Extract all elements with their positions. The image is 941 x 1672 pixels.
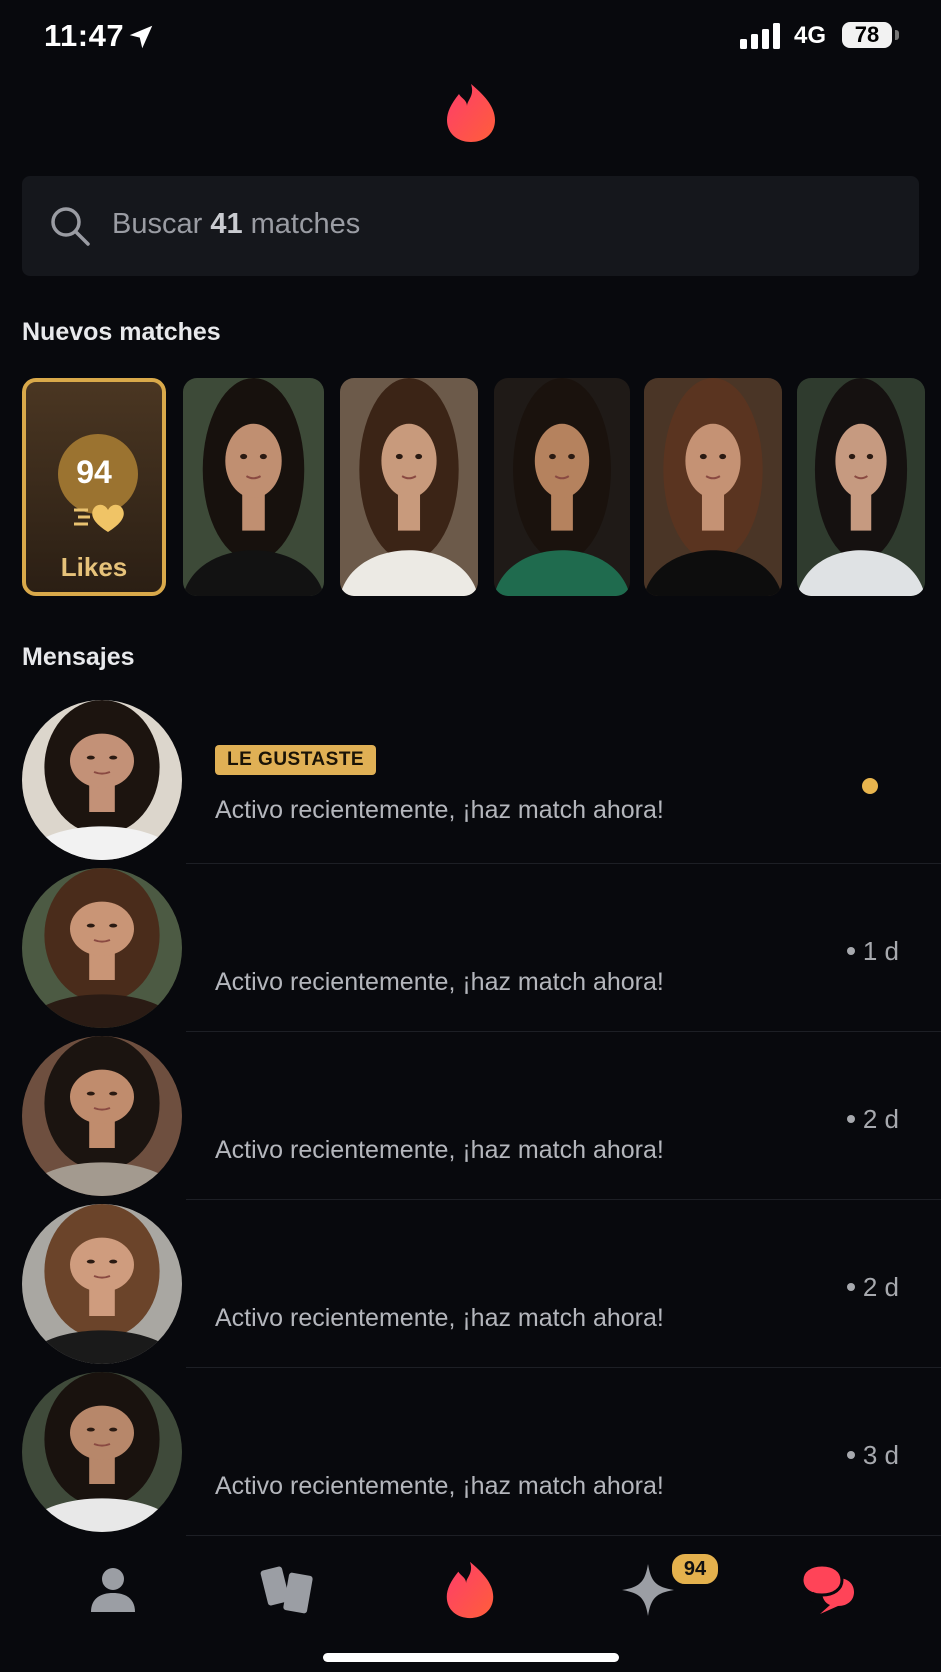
message-preview: Activo recientemente, ¡haz match ahora! [215, 796, 664, 824]
message-time: 1 d [846, 936, 899, 967]
status-bar: 11:47 4G 78 [0, 0, 941, 72]
message-row[interactable]: Activo recientemente, ¡haz match ahora! 1… [0, 864, 941, 1032]
flame-logo-icon[interactable] [445, 82, 497, 144]
new-match-photo[interactable] [494, 378, 630, 596]
message-time: 3 d [846, 1440, 899, 1471]
new-match-photo[interactable] [183, 378, 324, 596]
profile-tab[interactable] [83, 1560, 143, 1620]
search-bar[interactable]: Buscar 41 matches [22, 176, 919, 276]
likes-count: 94 [76, 454, 112, 490]
liked-you-badge: LE GUSTASTE [215, 745, 377, 775]
explore-tab[interactable] [258, 1560, 318, 1620]
new-match-photo[interactable] [340, 378, 478, 596]
home-tab[interactable] [440, 1560, 500, 1620]
message-row[interactable]: Activo recientemente, ¡haz match ahora! 2… [0, 1200, 941, 1368]
message-row[interactable]: LE GUSTASTE Activo recientemente, ¡haz ma… [0, 696, 941, 864]
new-match-photo[interactable] [797, 378, 925, 596]
home-indicator[interactable] [323, 1653, 619, 1662]
message-preview: Activo recientemente, ¡haz match ahora! [215, 968, 664, 996]
battery-icon: 78 [842, 20, 899, 50]
message-time: 2 d [846, 1272, 899, 1303]
cards-icon [260, 1566, 313, 1614]
battery-level: 78 [842, 22, 892, 48]
new-match-photo[interactable] [644, 378, 782, 596]
new-matches-title: Nuevos matches [22, 318, 221, 346]
search-placeholder: Buscar 41 matches [112, 208, 361, 240]
message-row[interactable]: Activo recientemente, ¡haz match ahora! 2… [0, 1032, 941, 1200]
flame-icon [446, 1561, 494, 1619]
network-type: 4G [794, 22, 827, 49]
avatar[interactable] [22, 1372, 182, 1532]
location-arrow-icon [129, 25, 153, 49]
avatar[interactable] [22, 1036, 182, 1196]
message-row[interactable]: Activo recientemente, ¡haz match ahora! 3… [0, 1368, 941, 1536]
likes-tab[interactable] [618, 1560, 678, 1620]
message-preview: Activo recientemente, ¡haz match ahora! [215, 1472, 664, 1500]
message-preview: Activo recientemente, ¡haz match ahora! [215, 1304, 664, 1332]
likes-label: Likes [60, 552, 128, 582]
heart-icon [74, 504, 124, 532]
likes-tab-badge: 94 [670, 1552, 720, 1586]
message-time: 2 d [846, 1104, 899, 1135]
messages-title: Mensajes [22, 643, 135, 671]
likes-card[interactable]: 94 Likes [22, 378, 166, 596]
message-preview: Activo recientemente, ¡haz match ahora! [215, 1136, 664, 1164]
sparkle-icon [622, 1564, 674, 1616]
chat-bubbles-icon [800, 1563, 854, 1614]
signal-bars-icon [740, 23, 780, 49]
avatar[interactable] [22, 700, 182, 860]
avatar[interactable] [22, 1204, 182, 1364]
avatar[interactable] [22, 868, 182, 1028]
unread-dot [862, 778, 878, 794]
status-time: 11:47 [44, 18, 125, 53]
row-divider [186, 1535, 941, 1536]
person-icon [91, 1568, 135, 1612]
chat-tab[interactable] [798, 1560, 858, 1620]
search-icon [51, 207, 90, 246]
